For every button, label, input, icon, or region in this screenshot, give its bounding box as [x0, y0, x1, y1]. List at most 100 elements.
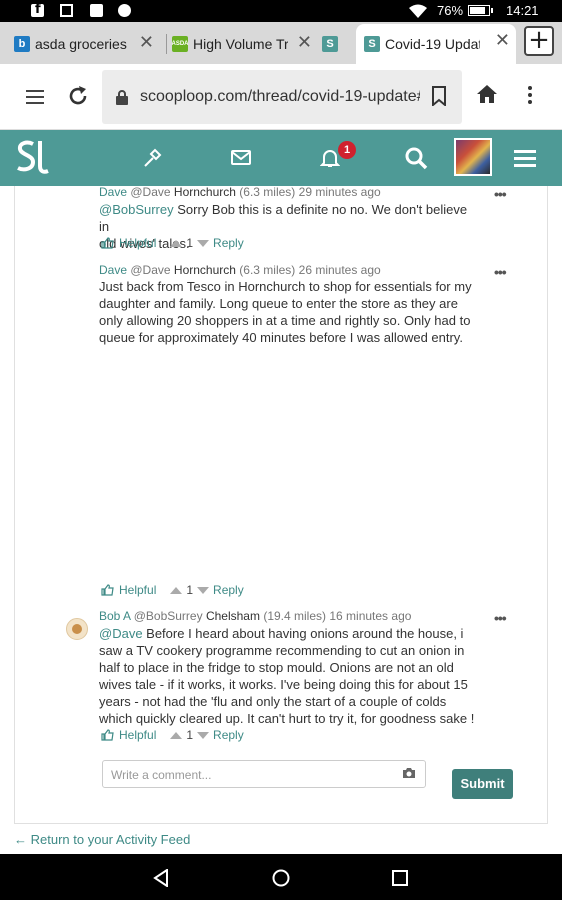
helpful-button[interactable]: Helpful — [119, 236, 156, 250]
scooploop-icon: S — [364, 36, 380, 52]
comment-time: 26 minutes ago — [298, 263, 381, 277]
comment-author[interactable]: Dave — [99, 263, 127, 277]
recents-icon[interactable] — [392, 870, 408, 886]
tab-high-volume[interactable]: ASDA High Volume Traf ✕ — [172, 26, 318, 62]
new-tab-button[interactable]: + — [524, 26, 554, 56]
back-icon[interactable] — [153, 869, 169, 887]
comment-text: wives tale - if it works, it works. I've… — [99, 677, 468, 692]
comment-more-icon[interactable]: ••• — [494, 610, 507, 626]
asda-icon: ASDA — [172, 36, 189, 52]
close-icon[interactable]: ✕ — [495, 32, 510, 50]
comment-text: years - not had the 'flu and only the st… — [99, 694, 447, 709]
home-icon[interactable] — [476, 84, 498, 104]
search-icon[interactable] — [404, 146, 428, 170]
downvote-icon[interactable] — [197, 586, 210, 594]
downvote-icon[interactable] — [197, 731, 210, 739]
comment-author[interactable]: Dave — [99, 185, 127, 199]
vote-count: 1 — [186, 583, 194, 597]
upvote-icon[interactable] — [170, 239, 183, 247]
submit-button[interactable]: Submit — [452, 769, 513, 799]
return-to-feed-link[interactable]: ← Return to your Activity Feed — [14, 832, 190, 847]
thumbs-up-icon[interactable] — [101, 584, 114, 596]
comment-distance: (6.3 miles) — [239, 263, 296, 277]
helpful-button[interactable]: Helpful — [119, 583, 156, 597]
comment-more-icon[interactable]: ••• — [494, 264, 507, 280]
hammer-icon[interactable] — [142, 148, 162, 168]
downvote-icon[interactable] — [197, 239, 210, 247]
thumbs-up-icon[interactable] — [101, 729, 114, 741]
comment-handle: @Dave — [130, 263, 171, 277]
comment-handle: @BobSurrey — [133, 609, 203, 623]
android-nav-bar — [0, 854, 562, 900]
helpful-button[interactable]: Helpful — [119, 728, 156, 742]
download-notification-icon — [90, 4, 103, 17]
comment-text: Just back from Tesco in Hornchurch to sh… — [99, 279, 472, 294]
tab-asda-groceries[interactable]: b asda groceries - E ✕ — [14, 26, 160, 62]
scooploop-logo[interactable] — [14, 138, 50, 178]
tab-label: Covid-19 Update — [385, 36, 480, 52]
close-icon[interactable]: ✕ — [297, 34, 312, 52]
comment-time: 16 minutes ago — [329, 609, 412, 623]
user-avatar[interactable] — [454, 138, 492, 176]
browser-tab-strip: b asda groceries - E ✕ ASDA High Volume … — [0, 22, 562, 64]
url-field[interactable]: scooploop.com/thread/covid-19-update#c — [102, 70, 462, 124]
mention-link[interactable]: @Dave — [99, 626, 143, 641]
return-link-label: Return to your Activity Feed — [30, 832, 191, 847]
comment-text: which quickly cleared up. It can't hurt … — [99, 711, 475, 726]
bell-icon[interactable] — [320, 148, 340, 168]
comment-text: Before I heard about having onions aroun… — [142, 626, 464, 641]
thumbs-up-icon[interactable] — [101, 237, 114, 249]
status-bar: f 76% 14:21 — [0, 0, 562, 22]
comment-more-icon[interactable]: ••• — [494, 186, 507, 202]
comment-body: @Dave Before I heard about having onions… — [99, 625, 479, 727]
url-text: scooploop.com/thread/covid-19-update#c — [140, 88, 420, 105]
comment-actions: Helpful 1 Reply — [101, 236, 244, 250]
comment-text: only allowing 20 shoppers in at a time a… — [99, 313, 471, 328]
comment-body: Just back from Tesco in Hornchurch to sh… — [99, 278, 479, 346]
comment-actions: Helpful 1 Reply — [101, 728, 244, 742]
reply-button[interactable]: Reply — [213, 236, 244, 250]
reply-button[interactable]: Reply — [213, 583, 244, 597]
vote-count: 1 — [186, 236, 194, 250]
comment-distance: (6.3 miles) — [239, 185, 296, 199]
comment-location: Hornchurch — [173, 185, 236, 199]
tab-covid-update[interactable]: S Covid-19 Update ✕ — [356, 24, 516, 64]
camera-icon[interactable] — [402, 767, 416, 779]
close-icon[interactable]: ✕ — [139, 34, 154, 52]
comment-location: Chelsham — [205, 609, 260, 623]
reload-icon[interactable] — [66, 84, 90, 108]
comment-input[interactable]: Write a comment... — [102, 760, 426, 788]
comment-location: Hornchurch — [173, 263, 236, 277]
comment-distance: (19.4 miles) — [263, 609, 327, 623]
reply-button[interactable]: Reply — [213, 728, 244, 742]
upvote-icon[interactable] — [170, 731, 183, 739]
battery-percent: 76% — [437, 3, 464, 18]
comment-text: saw a TV cookery programme recommending … — [99, 643, 465, 658]
comment-author[interactable]: Bob A — [99, 609, 130, 623]
notification-badge: 1 — [338, 141, 356, 159]
gallery-notification-icon — [60, 4, 73, 17]
comment-handle: @Dave — [130, 185, 171, 199]
comment-text: queue for approximately 40 minutes befor… — [99, 330, 463, 345]
hamburger-menu-icon[interactable] — [514, 150, 536, 168]
home-nav-icon[interactable] — [272, 869, 290, 887]
comment-meta: Bob A @BobSurrey Chelsham (19.4 miles) 1… — [99, 609, 411, 623]
menu-icon[interactable] — [26, 90, 44, 104]
tab-label: asda groceries - E — [35, 36, 130, 52]
comment-meta: Dave @Dave Hornchurch (6.3 miles) 29 min… — [99, 185, 381, 199]
mention-link[interactable]: @BobSurrey — [99, 202, 174, 217]
comment-meta: Dave @Dave Hornchurch (6.3 miles) 26 min… — [99, 263, 381, 277]
upvote-icon[interactable] — [170, 586, 183, 594]
facebook-notification-icon: f — [31, 2, 44, 17]
tab-divider — [166, 34, 167, 54]
tab-scooploop[interactable]: S — [322, 26, 352, 62]
comment-text: daughter and family. Long queue to enter… — [99, 296, 458, 311]
bookmark-icon[interactable] — [432, 86, 446, 106]
lock-icon — [116, 90, 128, 105]
commenter-avatar[interactable] — [66, 618, 88, 640]
comment-actions: Helpful 1 Reply — [101, 583, 244, 597]
overflow-menu-icon[interactable] — [528, 86, 532, 107]
bing-icon: b — [14, 36, 30, 52]
mail-icon[interactable] — [231, 150, 251, 165]
arrow-left-icon: ← — [14, 832, 27, 847]
